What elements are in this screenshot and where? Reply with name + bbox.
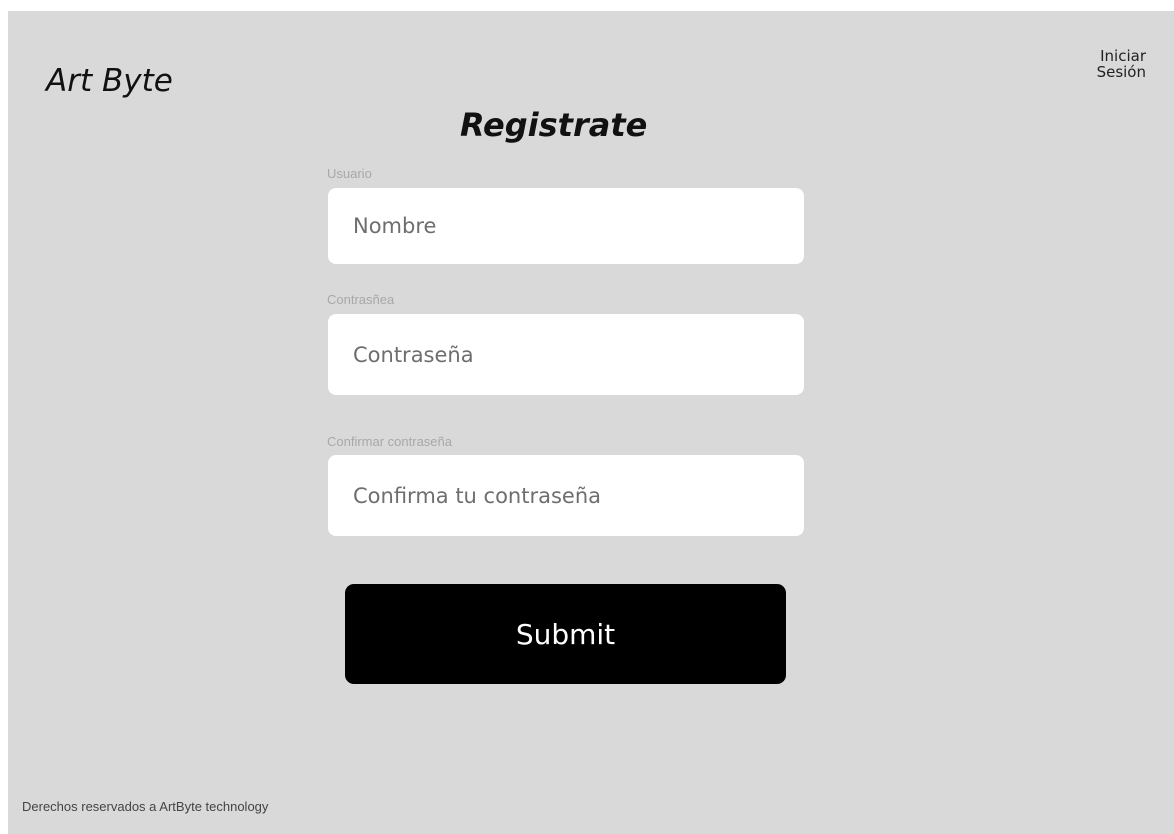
password-field-box <box>328 314 804 395</box>
username-input[interactable] <box>353 214 804 238</box>
submit-button[interactable]: Submit <box>345 584 786 684</box>
login-link[interactable]: Iniciar Sesión <box>1076 48 1146 80</box>
confirm-password-input[interactable] <box>353 483 804 508</box>
password-input[interactable] <box>353 342 804 367</box>
login-link-line1: Iniciar <box>1100 47 1146 65</box>
username-field-box <box>328 188 804 264</box>
footer-copyright: Derechos reservados a ArtByte technology <box>22 799 269 814</box>
page-title: Registrate <box>460 106 648 144</box>
confirm-password-field-box <box>328 455 804 536</box>
login-link-line2: Sesión <box>1096 63 1146 81</box>
app-logo: Art Byte <box>46 63 173 99</box>
confirm-password-label: Confirmar contraseña <box>327 434 452 449</box>
username-label: Usuario <box>327 166 372 181</box>
password-label: Contrasñea <box>327 292 395 307</box>
page-background: Art Byte Iniciar Sesión Registrate Usuar… <box>8 11 1174 834</box>
